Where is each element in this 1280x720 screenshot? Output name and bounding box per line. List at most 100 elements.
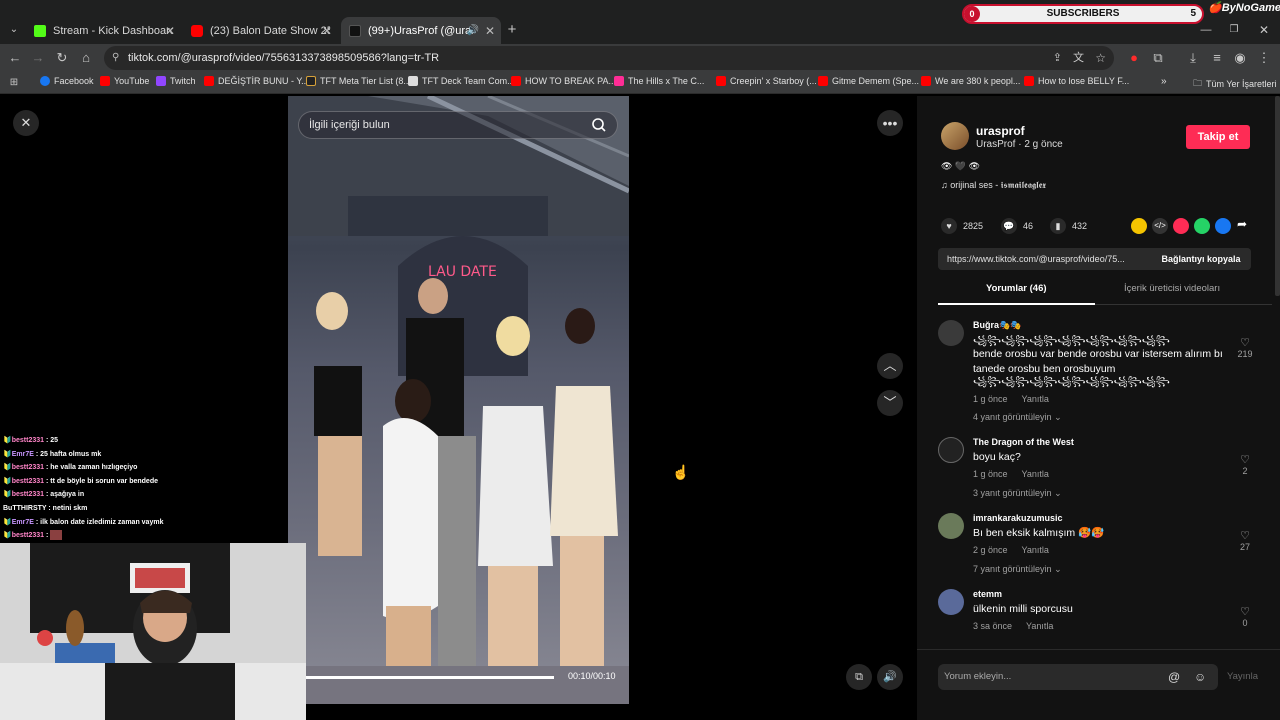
comment-username[interactable]: etemm <box>973 589 1002 599</box>
tab-close-icon[interactable]: ✕ <box>165 24 175 38</box>
video-search-input[interactable]: İlgili içeriği bulun <box>298 111 618 139</box>
comment-username[interactable]: Buğra🎭🎭 <box>973 320 1021 331</box>
comment-button[interactable]: 💬 46 <box>1001 218 1033 234</box>
tab-kick-dashboard[interactable]: Stream - Kick Dashboard ✕ <box>26 17 181 44</box>
share-arrow-icon[interactable]: ➦ <box>1237 217 1247 231</box>
bookmark-item[interactable]: DEĞİŞTİR BUNU - Y... <box>204 76 309 86</box>
bookmark-item[interactable]: TFT Deck Team Com... <box>408 76 515 86</box>
window-close-icon[interactable]: ✕ <box>1254 20 1274 40</box>
bookmark-item[interactable]: We are 380 k peopl... <box>921 76 1020 86</box>
chat-message: 🔰bestt2331 : 25 <box>3 437 59 444</box>
comment-avatar[interactable] <box>938 320 964 346</box>
view-replies-button[interactable]: 4 yanıt görüntüleyin ⌄ <box>973 412 1062 423</box>
view-replies-button[interactable]: 7 yanıt görüntüleyin ⌄ <box>973 564 1062 575</box>
bookmark-item[interactable]: Facebook <box>40 76 94 86</box>
bookmark-item[interactable]: YouTube <box>100 76 149 86</box>
panel-scrollbar[interactable] <box>1275 96 1280 296</box>
bookmark-item[interactable]: TFT Meta Tier List (8... <box>306 76 411 86</box>
video-link-url[interactable]: https://www.tiktok.com/@urasprof/video/7… <box>947 254 1125 264</box>
video-progress-bar[interactable] <box>306 676 554 679</box>
creator-avatar[interactable] <box>941 122 969 150</box>
comment-username[interactable]: imrankarakuzumusic <box>973 513 1063 523</box>
address-bar[interactable]: ⚲ tiktok.com/@urasprof/video/75563133738… <box>104 46 1114 70</box>
tab-search-icon[interactable]: ⌄ <box>4 20 24 40</box>
reply-button[interactable]: Yanıtla <box>1022 469 1049 479</box>
tab-close-icon[interactable]: ✕ <box>322 24 332 38</box>
close-video-icon[interactable]: ✕ <box>13 110 39 136</box>
menu-kebab-icon[interactable]: ⋮ <box>1254 48 1274 68</box>
creator-username[interactable]: urasprof <box>976 124 1025 138</box>
comment-input[interactable]: Yorum ekleyin... @ ☺ <box>938 664 1218 690</box>
comment-like-button[interactable]: ♡ 2 <box>1235 453 1255 476</box>
more-options-icon[interactable]: ••• <box>877 110 903 136</box>
install-app-icon[interactable]: ⇪ <box>1053 46 1062 70</box>
save-button[interactable]: ▮ 432 <box>1050 218 1087 234</box>
bookmark-item[interactable]: Creepin' x Starboy (... <box>716 76 817 86</box>
apps-grid-icon[interactable]: ⊞ <box>4 73 24 93</box>
bookmark-item[interactable]: How to lose BELLY F... <box>1024 76 1129 86</box>
mouse-cursor-icon: ☝ <box>672 464 690 480</box>
pip-icon[interactable]: ⧉ <box>846 664 872 690</box>
bookmark-item[interactable]: Twitch <box>156 76 196 86</box>
minimize-icon[interactable]: — <box>1196 20 1216 40</box>
music-note-icon: ♫ <box>941 180 948 190</box>
whatsapp-icon[interactable] <box>1194 218 1210 234</box>
embed-icon[interactable]: </> <box>1152 218 1168 234</box>
new-tab-icon[interactable]: + <box>502 20 522 40</box>
view-replies-button[interactable]: 3 yanıt görüntüleyin ⌄ <box>973 488 1062 499</box>
tab-creator-videos[interactable]: İçerik üreticisi videoları <box>1124 283 1220 294</box>
speaker-icon[interactable]: 🔊 <box>467 25 479 36</box>
extension-record-icon[interactable]: ● <box>1124 48 1144 68</box>
comment-like-button[interactable]: ♡ 219 <box>1235 336 1255 359</box>
comment-avatar[interactable] <box>938 513 964 539</box>
forward-icon[interactable]: → <box>28 48 48 68</box>
comment-like-button[interactable]: ♡ 0 <box>1235 605 1255 628</box>
tab-tiktok-urasprof[interactable]: (99+)UrasProf (@urasprof) 🔊 ✕ <box>341 17 501 44</box>
emoji-icon[interactable]: ☺ <box>1194 664 1206 690</box>
profile-avatar-icon[interactable]: ◉ <box>1230 48 1250 68</box>
sound-link[interactable]: ♫ orijinal ses - 𝖎𝖘𝖒𝖆𝖎𝖑𝖊𝖆𝖌𝖑𝖊𝖝 <box>941 180 1046 191</box>
comment-avatar[interactable] <box>938 589 964 615</box>
like-button[interactable]: ♥ 2825 <box>941 218 983 234</box>
send-to-friends-icon[interactable] <box>1173 218 1189 234</box>
previous-video-chevron-up-icon[interactable]: ︿ <box>877 353 903 379</box>
bookmark-item[interactable]: HOW TO BREAK PA... <box>511 76 616 86</box>
copy-link-button[interactable]: Bağlantıyı kopyala <box>1151 248 1251 270</box>
share-repost-icon[interactable] <box>1131 218 1147 234</box>
site-info-icon[interactable]: ⚲ <box>112 46 119 70</box>
reload-icon[interactable]: ↻ <box>52 48 72 68</box>
bookmark-item[interactable]: The Hills x The C... <box>614 76 704 86</box>
media-controls-icon[interactable]: ≡ <box>1207 48 1227 68</box>
facebook-share-icon[interactable] <box>1215 218 1231 234</box>
download-icon[interactable]: ⤓ <box>1183 48 1203 68</box>
bookmark-star-icon[interactable]: ☆ <box>1095 46 1106 70</box>
active-tab-underline <box>938 303 1095 305</box>
next-video-chevron-down-icon[interactable]: ﹀ <box>877 390 903 416</box>
search-icon[interactable] <box>591 117 607 133</box>
reply-button[interactable]: Yanıtla <box>1022 394 1049 404</box>
extensions-icon[interactable]: ⧉ <box>1148 48 1168 68</box>
mention-icon[interactable]: @ <box>1168 664 1180 690</box>
post-comment-button[interactable]: Yayınla <box>1227 671 1258 682</box>
bookmarks-overflow-icon[interactable]: » <box>1161 76 1167 87</box>
comment-avatar[interactable] <box>938 437 964 463</box>
all-bookmarks-button[interactable]: 🗀 Tüm Yer İşaretleri <box>1193 76 1277 92</box>
home-icon[interactable]: ⌂ <box>76 48 96 68</box>
tab-youtube-balon-date[interactable]: (23) Balon Date Show 25. Bölüm ✕ <box>183 17 338 44</box>
volume-icon[interactable]: 🔊 <box>877 664 903 690</box>
comment-like-button[interactable]: ♡ 27 <box>1235 529 1255 552</box>
save-count: 432 <box>1072 221 1088 231</box>
reply-button[interactable]: Yanıtla <box>1022 545 1049 555</box>
comment-time: 3 sa önce <box>973 621 1013 631</box>
tab-comments[interactable]: Yorumlar (46) <box>986 283 1047 294</box>
heart-outline-icon: ♡ <box>1240 606 1250 618</box>
restore-icon[interactable]: ❐ <box>1224 20 1244 40</box>
translate-icon[interactable]: 文 <box>1073 46 1084 70</box>
follow-button[interactable]: Takip et <box>1186 125 1250 149</box>
reply-button[interactable]: Yanıtla <box>1026 621 1053 631</box>
video-player[interactable]: LAU DATE İlgili içeriği bulun 00:10/00:1… <box>288 96 629 704</box>
tab-close-icon[interactable]: ✕ <box>485 24 495 38</box>
back-icon[interactable]: ← <box>5 48 25 68</box>
comment-username[interactable]: The Dragon of the West <box>973 437 1074 447</box>
bookmark-item[interactable]: Gitme Demem (Spe... <box>818 76 919 86</box>
